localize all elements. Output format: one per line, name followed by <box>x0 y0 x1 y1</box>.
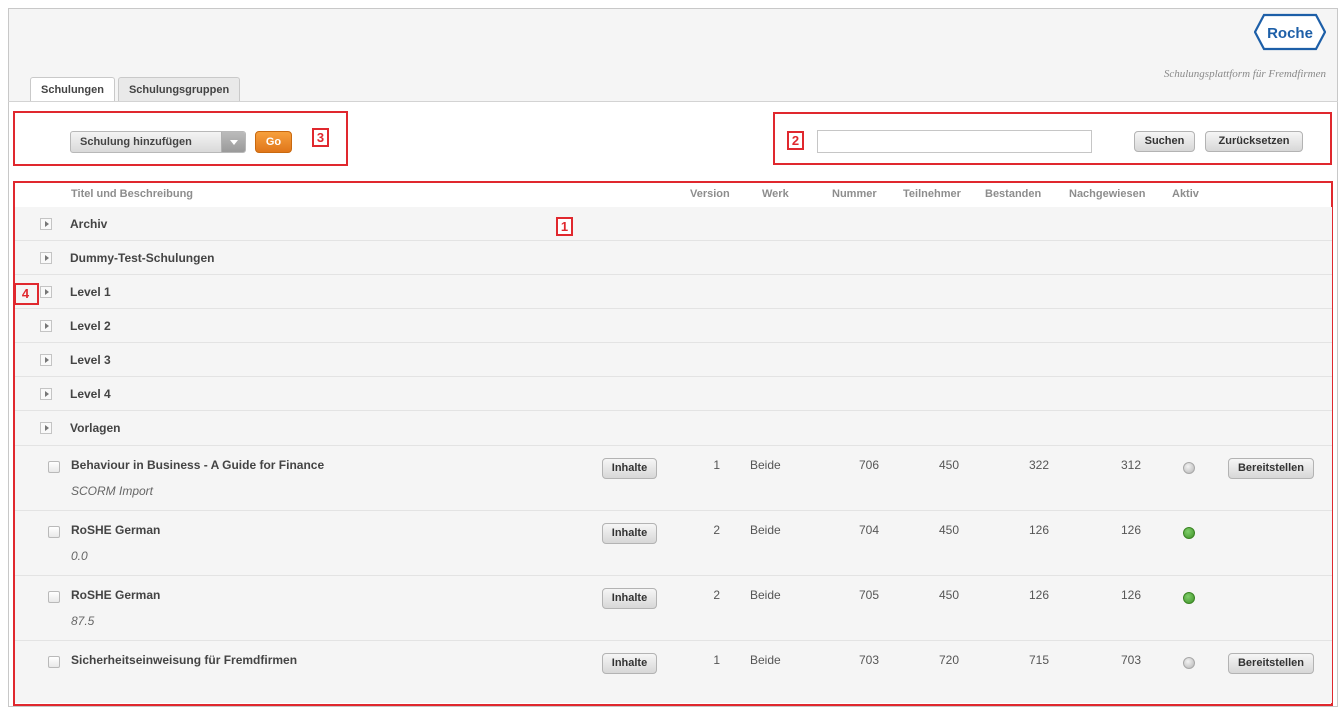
row-checkbox[interactable] <box>48 656 60 668</box>
content-button[interactable]: Inhalte <box>602 458 657 479</box>
nachgewiesen-value: 703 <box>1120 653 1141 667</box>
group-title: Level 2 <box>70 319 111 333</box>
content-button[interactable]: Inhalte <box>602 653 657 674</box>
header-nummer: Nummer <box>832 188 877 200</box>
werk-value: Beide <box>750 523 781 537</box>
training-description: 87.5 <box>71 614 95 628</box>
expand-arrow-icon[interactable] <box>40 218 52 230</box>
annotation-marker-4: 4 <box>21 286 30 301</box>
inactive-status-icon <box>1183 462 1195 474</box>
tab-schulungsgruppen[interactable]: Schulungsgruppen <box>117 77 241 101</box>
bestanden-value: 126 <box>1028 523 1049 537</box>
nachgewiesen-value: 126 <box>1120 523 1141 537</box>
group-title: Archiv <box>70 217 108 231</box>
svg-text:Roche: Roche <box>1267 25 1313 42</box>
tab-bar: Schulungen Schulungsgruppen <box>30 77 241 102</box>
expand-arrow-icon[interactable] <box>40 388 52 400</box>
header-version: Version <box>690 188 730 200</box>
training-row: RoSHE German 87.5 Inhalte 2 Beide 705 45… <box>15 576 1332 641</box>
group-title: Level 4 <box>70 387 111 401</box>
add-training-select-value: Schulung hinzufügen <box>80 136 192 148</box>
version-value: 2 <box>713 588 720 602</box>
group-row-archiv[interactable]: Archiv <box>15 207 1332 241</box>
inactive-status-icon <box>1183 657 1195 669</box>
deploy-button[interactable]: Bereitstellen <box>1228 458 1314 479</box>
version-value: 1 <box>713 653 720 667</box>
version-value: 2 <box>713 523 720 537</box>
group-row-level2[interactable]: Level 2 <box>15 309 1332 343</box>
content-button[interactable]: Inhalte <box>602 523 657 544</box>
training-title: RoSHE German <box>71 588 161 602</box>
chevron-down-icon <box>221 132 245 152</box>
werk-value: Beide <box>750 653 781 667</box>
training-description: SCORM Import <box>71 484 154 498</box>
header-aktiv: Aktiv <box>1172 188 1199 200</box>
group-row-vorlagen[interactable]: Vorlagen <box>15 411 1332 446</box>
search-button[interactable]: Suchen <box>1134 131 1195 152</box>
group-title: Level 3 <box>70 353 111 367</box>
teilnehmer-value: 450 <box>938 458 959 472</box>
active-status-icon <box>1183 527 1195 539</box>
bestanden-value: 715 <box>1028 653 1049 667</box>
group-title: Vorlagen <box>70 421 121 435</box>
group-row-dummy[interactable]: Dummy-Test-Schulungen <box>15 241 1332 275</box>
header-bestanden: Bestanden <box>985 188 1042 200</box>
training-row: RoSHE German 0.0 Inhalte 2 Beide 704 450… <box>15 511 1332 576</box>
roche-logo: Roche <box>1254 13 1326 51</box>
group-row-level4[interactable]: Level 4 <box>15 377 1332 411</box>
nummer-value: 704 <box>858 523 879 537</box>
group-row-level3[interactable]: Level 3 <box>15 343 1332 377</box>
expand-arrow-icon[interactable] <box>40 286 52 298</box>
row-checkbox[interactable] <box>48 591 60 603</box>
training-row: Behaviour in Business - A Guide for Fina… <box>15 446 1332 511</box>
group-row-level1[interactable]: Level 1 <box>15 275 1332 309</box>
row-checkbox[interactable] <box>48 461 60 473</box>
training-description: 0.0 <box>71 549 88 563</box>
nummer-value: 705 <box>858 588 879 602</box>
add-training-select[interactable]: Schulung hinzufügen <box>70 131 246 153</box>
reset-button[interactable]: Zurücksetzen <box>1205 131 1303 152</box>
deploy-button[interactable]: Bereitstellen <box>1228 653 1314 674</box>
version-value: 1 <box>713 458 720 472</box>
annotation-marker-3: 3 <box>312 128 329 147</box>
platform-subtitle: Schulungsplattform für Fremdfirmen <box>1163 68 1326 80</box>
content-button[interactable]: Inhalte <box>602 588 657 609</box>
tab-schulungen[interactable]: Schulungen <box>30 77 115 102</box>
group-title: Dummy-Test-Schulungen <box>70 251 215 265</box>
werk-value: Beide <box>750 588 781 602</box>
nachgewiesen-value: 312 <box>1120 458 1141 472</box>
expand-arrow-icon[interactable] <box>40 354 52 366</box>
nummer-value: 706 <box>858 458 879 472</box>
teilnehmer-value: 720 <box>938 653 959 667</box>
search-input[interactable] <box>817 130 1092 153</box>
active-status-icon <box>1183 592 1195 604</box>
nummer-value: 703 <box>858 653 879 667</box>
row-checkbox[interactable] <box>48 526 60 538</box>
group-title: Level 1 <box>70 285 111 299</box>
teilnehmer-value: 450 <box>938 588 959 602</box>
annotation-marker-1: 1 <box>556 217 573 236</box>
annotation-marker-2: 2 <box>787 131 804 150</box>
training-title: RoSHE German <box>71 523 161 537</box>
header-werk: Werk <box>762 188 789 200</box>
training-title: Sicherheitseinweisung für Fremdfirmen <box>71 653 298 667</box>
header-title: Titel und Beschreibung <box>71 188 194 200</box>
bestanden-value: 126 <box>1028 588 1049 602</box>
training-row: Sicherheitseinweisung für Fremdfirmen In… <box>15 641 1332 703</box>
werk-value: Beide <box>750 458 781 472</box>
bestanden-value: 322 <box>1028 458 1049 472</box>
training-title: Behaviour in Business - A Guide for Fina… <box>71 458 325 472</box>
expand-arrow-icon[interactable] <box>40 320 52 332</box>
nachgewiesen-value: 126 <box>1120 588 1141 602</box>
go-button[interactable]: Go <box>255 131 292 153</box>
expand-arrow-icon[interactable] <box>40 252 52 264</box>
header-teilnehmer: Teilnehmer <box>903 188 961 200</box>
header-nachgewiesen: Nachgewiesen <box>1069 188 1146 200</box>
teilnehmer-value: 450 <box>938 523 959 537</box>
expand-arrow-icon[interactable] <box>40 422 52 434</box>
